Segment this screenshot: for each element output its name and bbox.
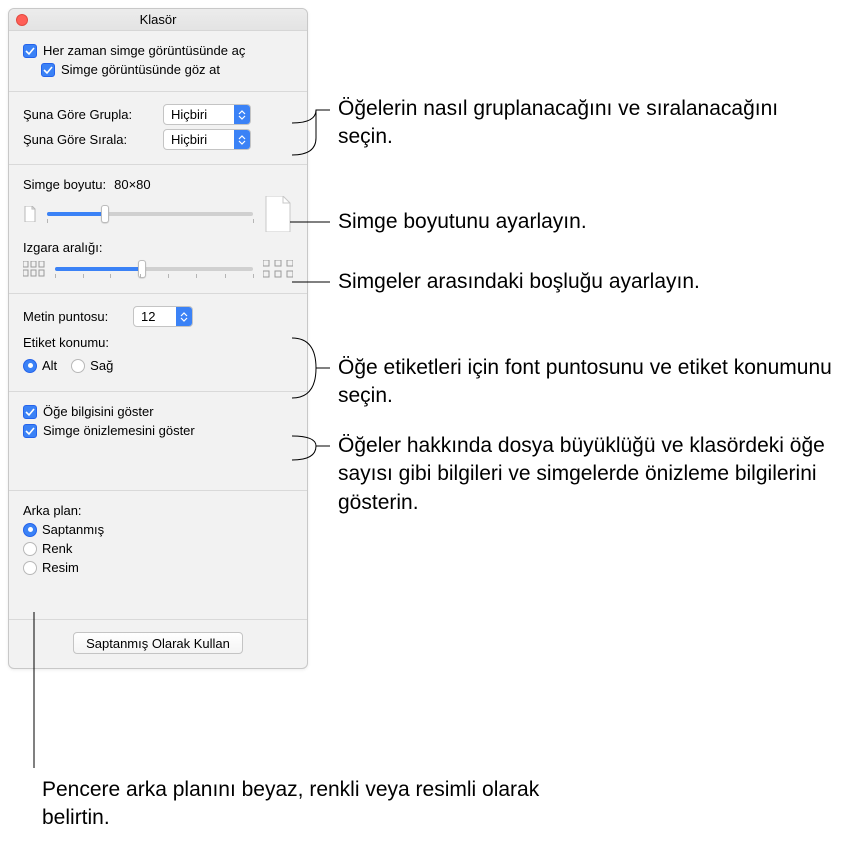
- section-sizes: Simge boyutu: 80×80 Izgara aralığı:: [9, 165, 307, 294]
- text-size-value: 12: [141, 309, 155, 324]
- callout-text: Öğe etiketleri için font puntosunu ve et…: [338, 354, 838, 411]
- label-pos-bottom-radio[interactable]: Alt: [23, 358, 57, 373]
- section-background: Arka plan: Saptanmış Renk Resim: [9, 491, 307, 619]
- grid-spacing-slider[interactable]: [55, 259, 253, 279]
- large-doc-icon: [263, 196, 293, 232]
- text-size-select[interactable]: 12: [133, 306, 193, 327]
- titlebar: Klasör: [9, 9, 307, 31]
- section-group-sort: Şuna Göre Grupla: Hiçbiri Şuna Göre Sıra…: [9, 92, 307, 165]
- radio-selected-icon: [23, 359, 37, 373]
- label-pos-bottom-text: Alt: [42, 358, 57, 373]
- bg-default-text: Saptanmış: [42, 522, 104, 537]
- checkbox-checked-icon: [41, 63, 55, 77]
- bg-picture-radio[interactable]: Resim: [23, 560, 293, 575]
- show-item-info-row[interactable]: Öğe bilgisini göster: [23, 404, 293, 419]
- browse-icon-view-row[interactable]: Simge görüntüsünde göz at: [41, 62, 293, 77]
- use-as-default-label: Saptanmış Olarak Kullan: [86, 636, 230, 651]
- use-as-default-button[interactable]: Saptanmış Olarak Kullan: [73, 632, 243, 654]
- callout-info: Öğeler hakkında dosya büyüklüğü ve klasö…: [338, 432, 838, 517]
- group-by-select[interactable]: Hiçbiri: [163, 104, 251, 125]
- footer: Saptanmış Olarak Kullan: [9, 619, 307, 668]
- sort-by-value: Hiçbiri: [171, 132, 207, 147]
- callout-group: Öğelerin nasıl gruplanacağını ve sıralan…: [338, 95, 838, 152]
- loose-grid-icon: [263, 260, 293, 278]
- grid-spacing-label: Izgara aralığı:: [23, 240, 103, 255]
- select-stepper-icon: [234, 130, 250, 149]
- callout-grid: Simgeler arasındaki boşluğu ayarlayın.: [338, 268, 700, 296]
- show-icon-preview-label: Simge önizlemesini göster: [43, 423, 195, 438]
- select-stepper-icon: [176, 307, 192, 326]
- label-pos-right-radio[interactable]: Sağ: [71, 358, 113, 373]
- radio-icon: [71, 359, 85, 373]
- callout-icon-size: Simge boyutunu ayarlayın.: [338, 208, 587, 236]
- text-size-label: Metin puntosu:: [23, 309, 133, 324]
- sort-by-select[interactable]: Hiçbiri: [163, 129, 251, 150]
- window-title: Klasör: [140, 12, 177, 27]
- group-by-value: Hiçbiri: [171, 107, 207, 122]
- label-position-label: Etiket konumu:: [23, 335, 109, 350]
- checkbox-checked-icon: [23, 405, 37, 419]
- checkbox-checked-icon: [23, 424, 37, 438]
- always-icon-view-label: Her zaman simge görüntüsünde aç: [43, 43, 245, 58]
- bg-color-text: Renk: [42, 541, 72, 556]
- bg-picture-text: Resim: [42, 560, 79, 575]
- bg-color-radio[interactable]: Renk: [23, 541, 293, 556]
- callout-bg: Pencere arka planını beyaz, renkli veya …: [42, 776, 542, 833]
- section-text: Metin puntosu: 12 Etiket konumu: Alt Sağ: [9, 294, 307, 392]
- small-doc-icon: [23, 206, 37, 222]
- radio-icon: [23, 561, 37, 575]
- icon-size-slider[interactable]: [47, 204, 253, 224]
- bg-default-radio[interactable]: Saptanmış: [23, 522, 293, 537]
- group-by-label: Şuna Göre Grupla:: [23, 107, 163, 122]
- tight-grid-icon: [23, 261, 45, 277]
- section-view-mode: Her zaman simge görüntüsünde aç Simge gö…: [9, 31, 307, 92]
- show-icon-preview-row[interactable]: Simge önizlemesini göster: [23, 423, 293, 438]
- background-label: Arka plan:: [23, 503, 82, 518]
- always-icon-view-row[interactable]: Her zaman simge görüntüsünde aç: [23, 43, 293, 58]
- radio-selected-icon: [23, 523, 37, 537]
- browse-icon-view-label: Simge görüntüsünde göz at: [61, 62, 220, 77]
- icon-size-label: Simge boyutu:: [23, 177, 106, 192]
- checkbox-checked-icon: [23, 44, 37, 58]
- icon-size-value: 80×80: [114, 177, 151, 192]
- close-button[interactable]: [16, 14, 28, 26]
- radio-icon: [23, 542, 37, 556]
- view-options-window: Klasör Her zaman simge görüntüsünde aç S…: [8, 8, 308, 669]
- sort-by-label: Şuna Göre Sırala:: [23, 132, 163, 147]
- label-pos-right-text: Sağ: [90, 358, 113, 373]
- show-item-info-label: Öğe bilgisini göster: [43, 404, 154, 419]
- select-stepper-icon: [234, 105, 250, 124]
- section-info: Öğe bilgisini göster Simge önizlemesini …: [9, 392, 307, 491]
